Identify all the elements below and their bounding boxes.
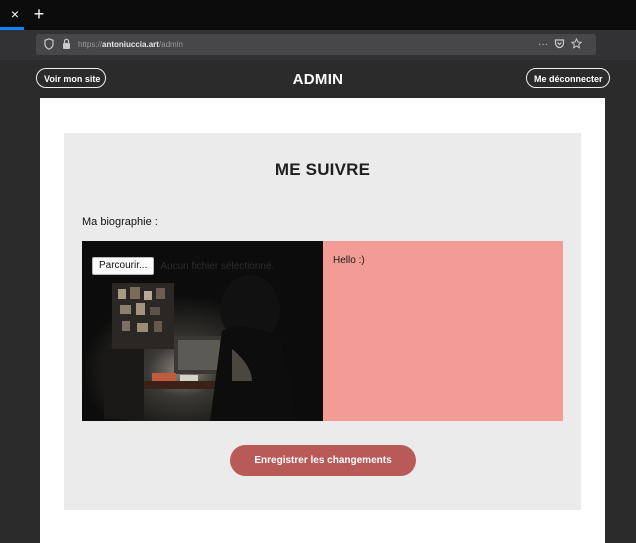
pocket-icon[interactable] [554, 38, 565, 49]
page-actions-menu-icon[interactable]: ··· [538, 38, 548, 51]
url-path: /admin [158, 40, 183, 49]
biography-text: Hello :) [333, 255, 365, 266]
url-bar[interactable]: https://antoniuccia.art/admin ··· [36, 34, 596, 55]
file-status: Aucun fichier sélectionné. [160, 260, 275, 272]
url-prefix: https:// [78, 40, 103, 49]
url-actions: ··· [538, 38, 582, 51]
url-domain: antoniuccia.art [102, 40, 159, 49]
left-gutter [0, 98, 40, 543]
star-icon[interactable] [571, 38, 582, 49]
browser-toolbar: https://antoniuccia.art/admin ··· [0, 30, 636, 60]
tab-close-icon[interactable]: × [8, 7, 22, 21]
file-input: Parcourir... Aucun fichier sélectionné. [92, 257, 274, 275]
section-title: ME SUIVRE [274, 160, 371, 179]
url-text[interactable]: https://antoniuccia.art/admin [78, 38, 183, 51]
logout-button[interactable]: Me déconnecter [526, 68, 610, 88]
admin-content: ME SUIVRE Ma biographie : Parcourir... A… [40, 98, 605, 543]
biography-photo: Parcourir... Aucun fichier sélectionné. [82, 241, 323, 421]
shield-icon[interactable] [44, 38, 54, 50]
new-tab-icon[interactable]: + [31, 5, 47, 23]
lock-icon[interactable] [62, 38, 71, 50]
right-gutter [605, 98, 636, 543]
save-changes-button[interactable]: Enregistrer les changements [230, 445, 416, 476]
biography-textarea[interactable]: Hello :) [323, 241, 563, 421]
browse-button[interactable]: Parcourir... [92, 257, 155, 275]
admin-header: Voir mon site ADMIN Me déconnecter [0, 60, 636, 98]
browser-tab-bar: × + [0, 0, 636, 30]
biography-label: Ma biographie : [82, 216, 158, 228]
follow-me-panel: ME SUIVRE Ma biographie : Parcourir... A… [64, 133, 581, 510]
